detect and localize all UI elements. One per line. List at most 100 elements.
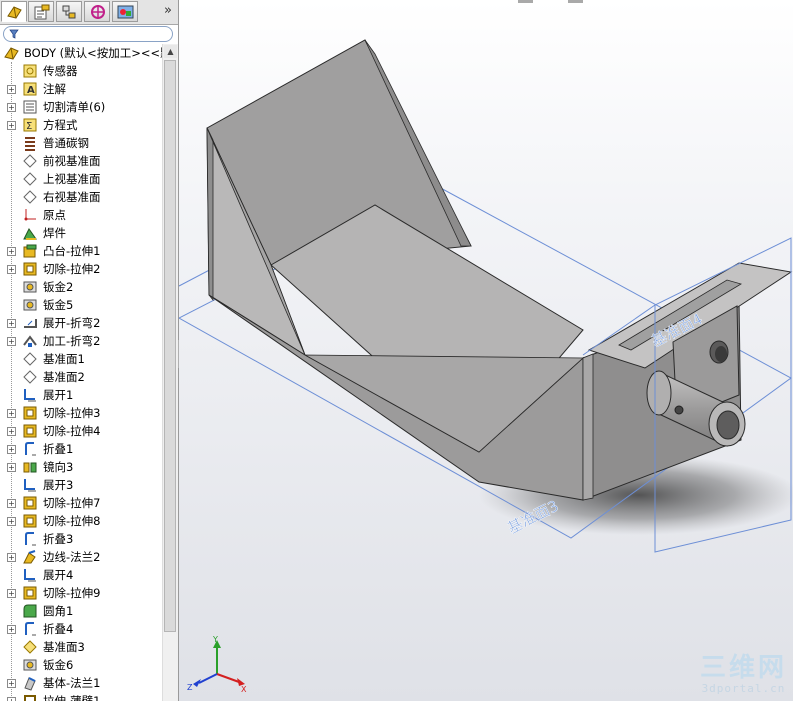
tree-item[interactable]: 展开3 <box>0 476 162 494</box>
tree-item[interactable]: + 凸台-拉伸1 <box>0 242 162 260</box>
right-end-wall-edge <box>582 353 594 501</box>
tree-item[interactable]: + 加工-折弯2 <box>0 332 162 350</box>
tree-expand-toggle[interactable]: + <box>7 679 16 688</box>
scrollbar-thumb[interactable] <box>164 60 176 632</box>
scroll-up-arrow[interactable]: ▲ <box>164 45 177 58</box>
tree-item-label: 基准面3 <box>43 640 85 654</box>
plane-selected-icon <box>23 640 37 654</box>
tree-expand-toggle[interactable]: + <box>7 337 16 346</box>
tree-filter-input[interactable] <box>3 26 173 42</box>
tree-item-label: 展开3 <box>43 478 74 492</box>
svg-text:Σ: Σ <box>26 121 32 132</box>
boss-extrude-icon <box>23 244 37 258</box>
tree-expand-toggle[interactable]: + <box>7 319 16 328</box>
tree-item-label: 钣金5 <box>43 298 74 312</box>
tree-item[interactable]: 钣金2 <box>0 278 162 296</box>
tab-configuration-manager[interactable] <box>56 1 82 22</box>
tree-expand-toggle[interactable]: + <box>7 409 16 418</box>
tree-item-label: 折叠1 <box>43 442 74 456</box>
cut-extrude-icon <box>23 262 37 276</box>
tree-expand-toggle[interactable]: + <box>7 121 16 130</box>
tree-item-label: 切除-拉伸8 <box>43 514 101 528</box>
plane-icon <box>23 172 37 186</box>
svg-text:A: A <box>27 85 35 96</box>
cut-extrude-icon <box>23 406 37 420</box>
tree-item-label: 展开4 <box>43 568 74 582</box>
tree-item[interactable]: + 展开-折弯2 <box>0 314 162 332</box>
tree-item[interactable]: 展开1 <box>0 386 162 404</box>
tree-expand-toggle[interactable]: + <box>7 265 16 274</box>
tab-dimxpert-manager[interactable] <box>84 1 110 22</box>
tree-expand-toggle[interactable]: + <box>7 697 16 701</box>
tree-item[interactable]: 上视基准面 <box>0 170 162 188</box>
tree-item[interactable]: + 切除-拉伸8 <box>0 512 162 530</box>
tree-expand-toggle[interactable]: + <box>7 589 16 598</box>
more-tabs-chevron[interactable]: » <box>164 3 172 18</box>
tree-item[interactable]: 右视基准面 <box>0 188 162 206</box>
tree-item[interactable]: 钣金5 <box>0 296 162 314</box>
tree-item[interactable]: + 切除-拉伸2 <box>0 260 162 278</box>
dimxpert-icon <box>91 5 105 19</box>
tree-item[interactable]: + 拉伸-薄壁1 <box>0 692 162 701</box>
tree-item[interactable]: + 切除-拉伸9 <box>0 584 162 602</box>
tree-item[interactable]: + 折叠4 <box>0 620 162 638</box>
tree-expand-toggle[interactable]: + <box>7 499 16 508</box>
tree-expand-toggle[interactable]: + <box>7 463 16 472</box>
tree-item[interactable]: 折叠3 <box>0 530 162 548</box>
tree-item-label: 展开1 <box>43 388 74 402</box>
tree-item[interactable]: + 折叠1 <box>0 440 162 458</box>
tree-item[interactable]: 普通碳钢 <box>0 134 162 152</box>
tree-expand-toggle[interactable]: + <box>7 445 16 454</box>
tab-feature-manager[interactable] <box>1 1 27 22</box>
tree-item[interactable]: + 切割清单(6) <box>0 98 162 116</box>
tree-item[interactable]: 钣金6 <box>0 656 162 674</box>
tree-item[interactable]: 前视基准面 <box>0 152 162 170</box>
tree-expand-toggle[interactable]: + <box>7 85 16 94</box>
tree-item-label: 切除-拉伸9 <box>43 586 101 600</box>
triad-x-axis <box>216 673 240 683</box>
tree-item[interactable]: 基准面3 <box>0 638 162 656</box>
tree-item[interactable]: 基准面1 <box>0 350 162 368</box>
view-triad[interactable]: Y X Z <box>187 636 249 696</box>
tab-display-manager[interactable] <box>112 1 138 22</box>
tree-item[interactable]: 原点 <box>0 206 162 224</box>
tree-item-label: 前视基准面 <box>43 154 101 168</box>
unfold-icon <box>24 479 36 492</box>
tree-item[interactable]: + Σ 方程式 <box>0 116 162 134</box>
edge-flange-icon <box>23 550 36 564</box>
tree-expand-toggle[interactable]: + <box>7 625 16 634</box>
fold-icon <box>25 622 36 636</box>
tree-item[interactable]: + 镜向3 <box>0 458 162 476</box>
tree-item-label: 焊件 <box>43 226 66 240</box>
tree-item[interactable]: + A 注解 <box>0 80 162 98</box>
tree-expand-toggle[interactable]: + <box>7 553 16 562</box>
tree-scrollbar[interactable]: ▲ <box>162 44 178 701</box>
sensor-icon <box>23 64 37 78</box>
pipe-small-hole <box>674 405 684 415</box>
graphics-viewport[interactable]: 基准面3 基准面4 Y X Z 三维网 3dportal.cn <box>179 0 793 701</box>
tree-item[interactable]: + 切除-拉伸7 <box>0 494 162 512</box>
tree-item[interactable]: + 切除-拉伸4 <box>0 422 162 440</box>
bracket-hole-inner <box>715 346 727 362</box>
tree-expand-toggle[interactable]: + <box>7 427 16 436</box>
tree-item-label: BODY (默认<按加工><<默 <box>24 46 172 60</box>
tree-expand-toggle[interactable]: + <box>7 517 16 526</box>
tree-item[interactable]: 基准面2 <box>0 368 162 386</box>
tree-item[interactable]: 展开4 <box>0 566 162 584</box>
tree-item[interactable]: 传感器 <box>0 62 162 80</box>
unfold-icon <box>24 569 36 582</box>
tree-expand-toggle[interactable]: + <box>7 247 16 256</box>
tree-item[interactable]: 焊件 <box>0 224 162 242</box>
tree-item-label: 方程式 <box>43 118 78 132</box>
feature-tree: BODY (默认<按加工><<默 传感器 + A 注解 + 切割清单(6) + Σ 方程式 普通碳钢… <box>0 44 172 701</box>
sheet-metal-icon <box>23 659 37 671</box>
tree-item[interactable]: + 基体-法兰1 <box>0 674 162 692</box>
tree-item[interactable]: 圆角1 <box>0 602 162 620</box>
tree-item[interactable]: + 切除-拉伸3 <box>0 404 162 422</box>
tree-item[interactable]: + 边线-法兰2 <box>0 548 162 566</box>
tab-property-manager[interactable] <box>28 1 54 22</box>
thin-extrude-icon <box>24 695 36 701</box>
tree-item-label: 切割清单(6) <box>43 100 106 114</box>
tree-expand-toggle[interactable]: + <box>7 103 16 112</box>
tree-root[interactable]: BODY (默认<按加工><<默 <box>0 44 172 62</box>
